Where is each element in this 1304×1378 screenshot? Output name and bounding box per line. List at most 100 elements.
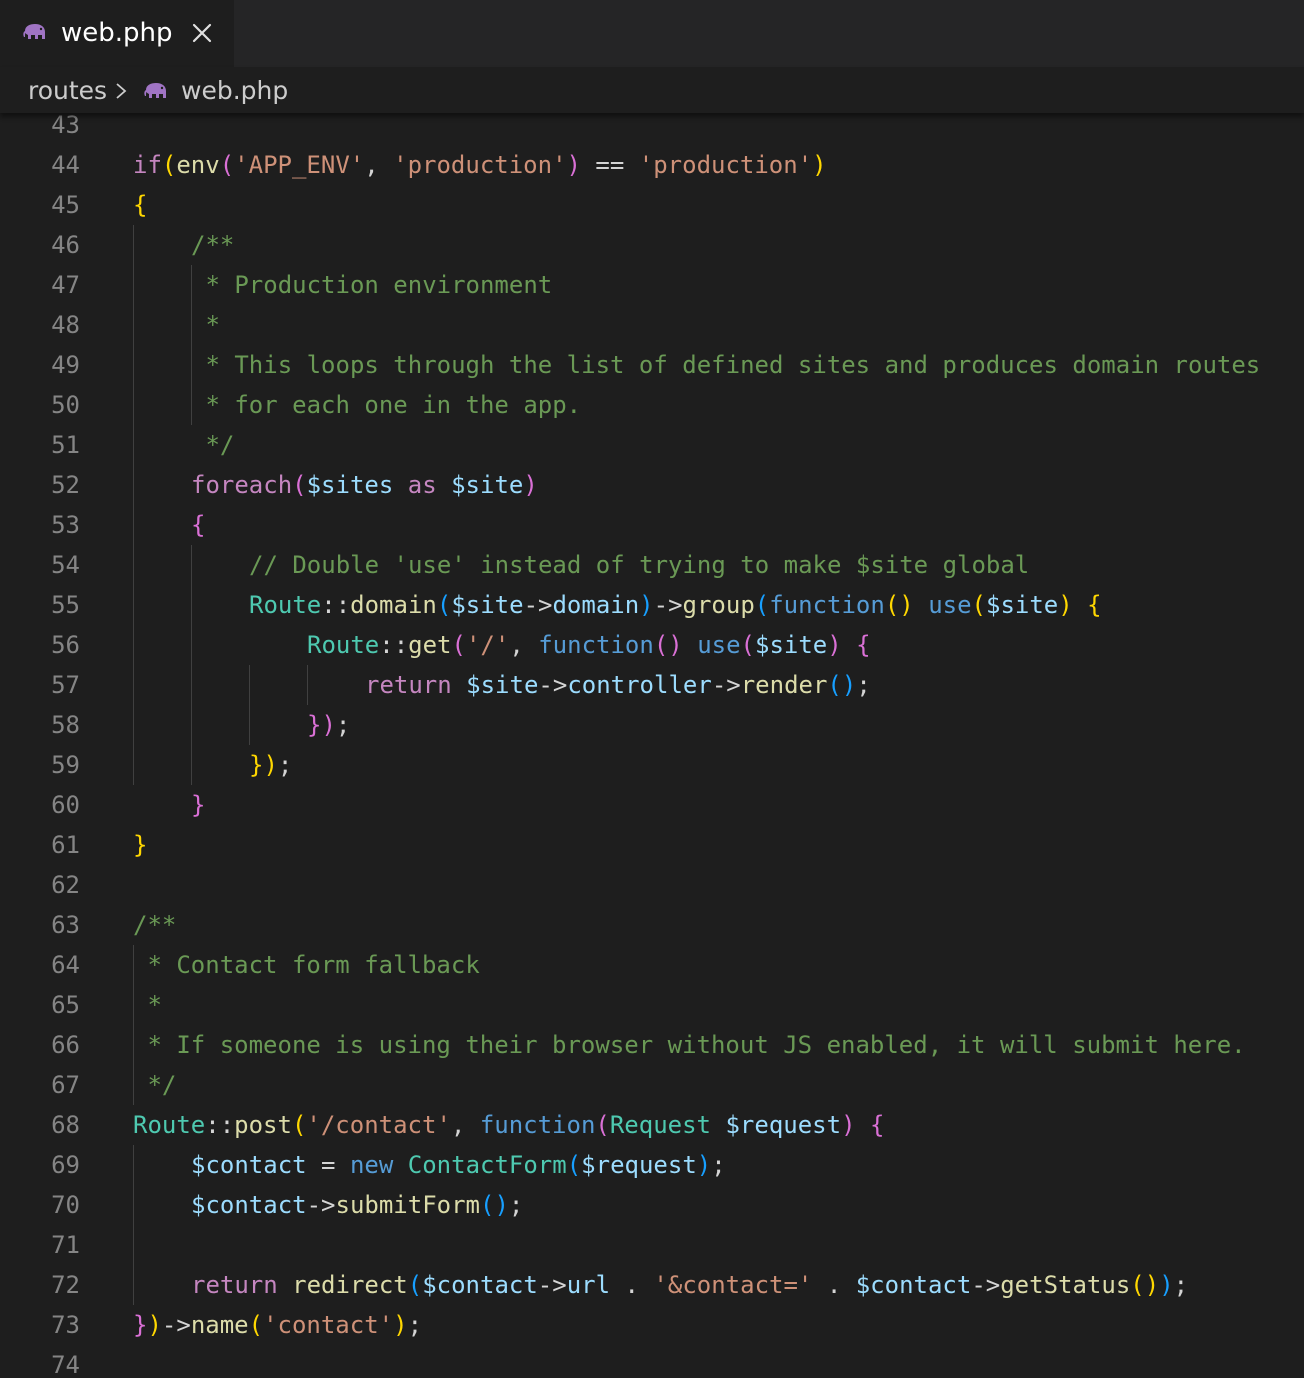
line-number: 44: [51, 151, 80, 179]
code-token: {: [191, 511, 206, 539]
code-line[interactable]: 66 * If someone is using their browser w…: [0, 1025, 1304, 1065]
code-token: if: [133, 151, 162, 179]
code-token: function: [479, 1111, 596, 1139]
code-token: as: [393, 471, 452, 499]
code-editor[interactable]: 43 44 if(env('APP_ENV', 'production') == '…: [0, 105, 1304, 1378]
code-token: new: [349, 1151, 394, 1179]
code-token: foreach: [191, 471, 293, 499]
code-text: });: [249, 745, 292, 785]
line-number: 73: [51, 1311, 80, 1339]
code-line[interactable]: 52 foreach($sites as $site): [0, 465, 1304, 505]
line-number: 66: [51, 1031, 80, 1059]
code-token: ->: [523, 591, 553, 619]
code-line[interactable]: 55 Route::domain($site->domain)->group(fu…: [0, 585, 1304, 625]
code-token: $sites: [306, 471, 394, 499]
code-line[interactable]: 74: [0, 1345, 1304, 1378]
code-token: * This loops through the list of defined…: [191, 351, 1261, 379]
code-line[interactable]: 53 {: [0, 505, 1304, 545]
code-token: ): [639, 591, 654, 619]
line-number: 70: [51, 1191, 80, 1219]
code-token: ,: [364, 151, 394, 179]
line-number: 45: [51, 191, 80, 219]
code-text: * Contact form fallback: [133, 945, 479, 985]
code-token: ): [1058, 591, 1073, 619]
code-line[interactable]: 44 if(env('APP_ENV', 'production') == 'pr…: [0, 145, 1304, 185]
code-line[interactable]: 68 Route::post('/contact', function(Reque…: [0, 1105, 1304, 1145]
code-line[interactable]: 67 */: [0, 1065, 1304, 1105]
code-token: ): [841, 1111, 856, 1139]
line-number: 69: [51, 1151, 80, 1179]
code-token: $contact: [422, 1271, 538, 1299]
code-token: /**: [191, 231, 235, 259]
code-line[interactable]: 48 *: [0, 305, 1304, 345]
code-line[interactable]: 60}: [0, 785, 1304, 825]
code-token: ): [393, 1311, 408, 1339]
code-line[interactable]: 65 *: [0, 985, 1304, 1025]
code-line[interactable]: 58});: [0, 705, 1304, 745]
code-line[interactable]: 54 // Double 'use' instead of trying to m…: [0, 545, 1304, 585]
code-line[interactable]: 47 * Production environment: [0, 265, 1304, 305]
close-icon[interactable]: [190, 20, 214, 46]
code-line[interactable]: 73 })->name('contact');: [0, 1305, 1304, 1345]
code-line[interactable]: 63 /**: [0, 905, 1304, 945]
code-token: $site: [466, 671, 539, 699]
code-token: ::: [205, 1111, 235, 1139]
code-line[interactable]: 46 /**: [0, 225, 1304, 265]
code-token: post: [234, 1111, 292, 1139]
code-line[interactable]: 71: [0, 1225, 1304, 1265]
code-line[interactable]: 70 $contact->submitForm();: [0, 1185, 1304, 1225]
code-text: if(env('APP_ENV', 'production') == 'prod…: [133, 145, 827, 185]
code-token: ->: [711, 671, 741, 699]
code-line[interactable]: 61}: [0, 825, 1304, 865]
code-line[interactable]: 69 $contact = new ContactForm($request);: [0, 1145, 1304, 1185]
code-token: 'production': [638, 151, 813, 179]
code-line[interactable]: 49 * This loops through the list of defi…: [0, 345, 1304, 385]
code-line[interactable]: 56 Route::get('/', function() use($site) …: [0, 625, 1304, 665]
code-token: $contact: [191, 1151, 307, 1179]
code-token: name: [190, 1311, 249, 1339]
line-number: 71: [51, 1231, 80, 1259]
code-token: *: [133, 991, 162, 1019]
code-token: 'production': [393, 151, 567, 179]
tab-web-php[interactable]: web.php: [0, 0, 234, 67]
code-line[interactable]: 57 return $site->controller->render();: [0, 665, 1304, 705]
code-line[interactable]: 51 */: [0, 425, 1304, 465]
code-text: {: [191, 505, 205, 545]
breadcrumb-folder[interactable]: routes: [28, 74, 107, 108]
code-line[interactable]: 50 * for each one in the app.: [0, 385, 1304, 425]
code-token: /**: [133, 911, 177, 939]
line-number: 60: [51, 791, 80, 819]
code-line[interactable]: 72 return redirect($contact->url . '&cont…: [0, 1265, 1304, 1305]
code-text: })->name('contact');: [133, 1305, 422, 1345]
line-number: 55: [51, 591, 80, 619]
code-line[interactable]: 45 {: [0, 185, 1304, 225]
code-token: (): [480, 1191, 509, 1219]
code-token: =: [306, 1151, 350, 1179]
code-token: (: [219, 151, 235, 179]
code-text: /**: [133, 905, 176, 945]
code-line[interactable]: 59});: [0, 745, 1304, 785]
code-token: submitForm: [335, 1191, 481, 1219]
breadcrumb-file[interactable]: web.php: [181, 74, 288, 108]
code-token: ==: [580, 151, 639, 179]
code-line[interactable]: 62: [0, 865, 1304, 905]
line-number: 72: [51, 1271, 80, 1299]
code-token: {: [133, 191, 148, 219]
line-number: 59: [51, 751, 80, 779]
code-token: Route: [133, 1111, 206, 1139]
code-token: $site: [986, 591, 1059, 619]
line-number: 46: [51, 231, 80, 259]
code-token: (): [1130, 1271, 1160, 1299]
code-token: (: [451, 631, 466, 659]
code-token: getStatus: [1000, 1271, 1131, 1299]
line-number: 49: [51, 351, 80, 379]
code-token: ,: [450, 1111, 480, 1139]
code-token: (): [653, 631, 683, 659]
code-token: }: [133, 831, 148, 859]
code-token: */: [191, 431, 235, 459]
code-line[interactable]: 64 * Contact form fallback: [0, 945, 1304, 985]
code-token: 'APP_ENV': [234, 151, 365, 179]
